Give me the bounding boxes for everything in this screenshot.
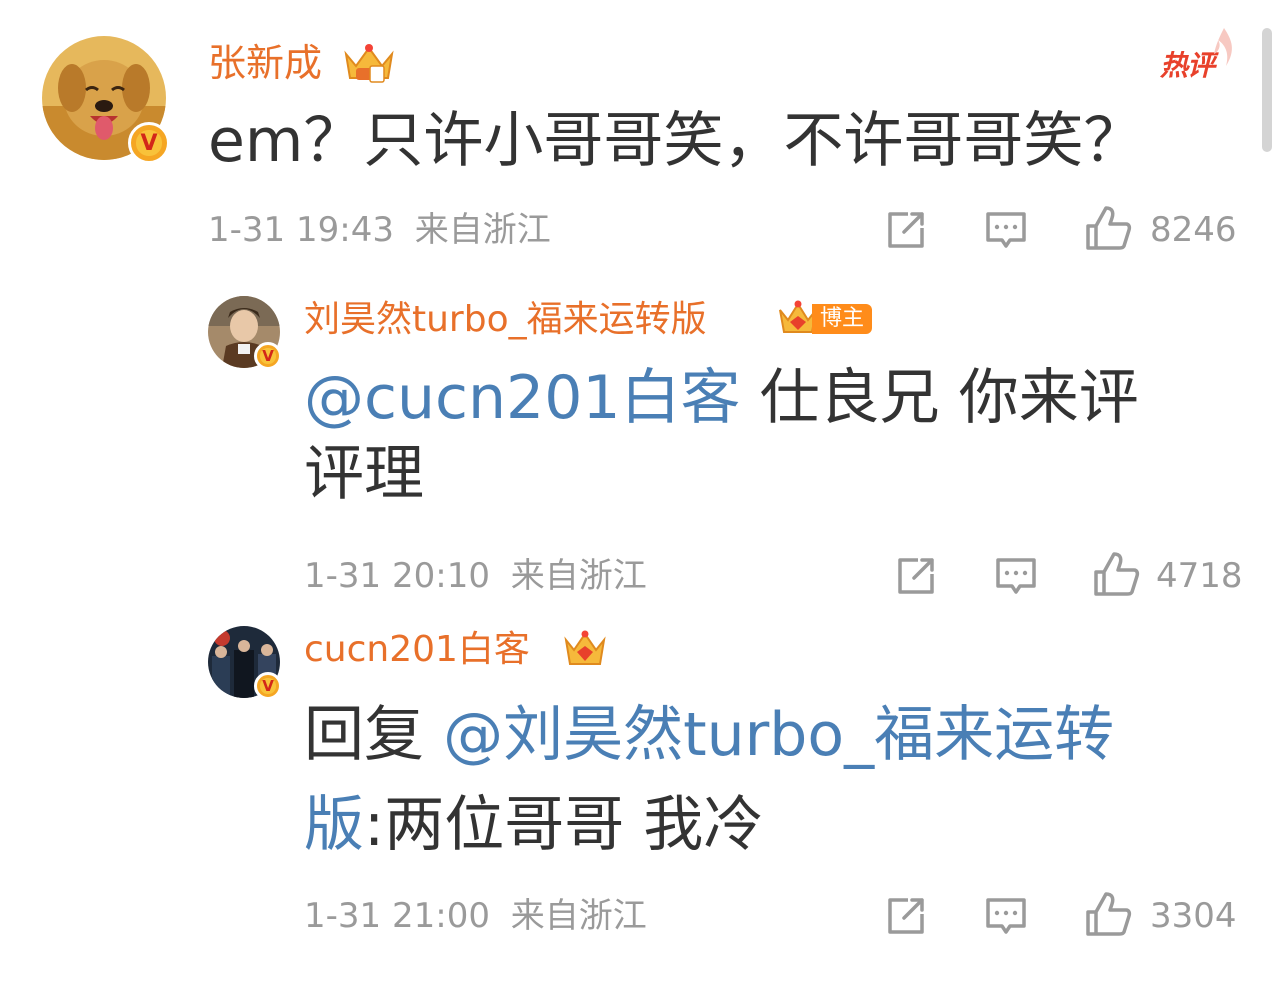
comment-text-part: :两位哥哥 我冷 (364, 790, 764, 860)
mention-link-continued[interactable]: 版 (304, 790, 364, 860)
comment-line-1: @cucn201白客 仕良兄 你来评 (304, 360, 1204, 436)
comment-icon[interactable] (984, 208, 1028, 252)
mention-link[interactable]: @cucn201白客 (304, 363, 741, 433)
comment-time: 1-31 21:00 (304, 896, 490, 936)
comment-line-1: 回复 @刘昊然turbo_福来运转 (304, 690, 1204, 780)
like-count: 8246 (1150, 210, 1237, 250)
comment-line-2: 评理 (304, 439, 424, 509)
verified-badge-icon: V (254, 342, 282, 370)
blogger-badge: 博主 (812, 304, 873, 334)
comment-meta: 1-31 20:10 来自浙江 (304, 554, 647, 598)
username[interactable]: cucn201白客 (304, 628, 530, 672)
hot-flame-icon (1214, 28, 1232, 66)
username[interactable]: 张新成 (208, 40, 322, 86)
crown-icon (344, 44, 394, 83)
like-count: 3304 (1150, 896, 1237, 936)
comment-icon[interactable] (984, 894, 1028, 938)
comment-text: em？只许小哥哥笑，不许哥哥笑？ (208, 106, 1144, 176)
like-icon[interactable] (1084, 890, 1132, 938)
comment-line-2: 版:两位哥哥 我冷 (304, 780, 1204, 870)
share-icon[interactable] (884, 208, 928, 252)
share-icon[interactable] (894, 554, 938, 598)
comment-text: @cucn201白客 仕良兄 你来评 评理 (304, 360, 1204, 512)
comment-text: 回复 @刘昊然turbo_福来运转 版:两位哥哥 我冷 (304, 690, 1204, 870)
mention-link[interactable]: @刘昊然turbo_福来运转 (443, 700, 1114, 770)
comment-location: 来自浙江 (510, 556, 647, 596)
scrollbar[interactable] (1262, 28, 1272, 152)
crown-icon (564, 630, 606, 665)
comment-time: 1-31 20:10 (304, 556, 490, 596)
share-icon[interactable] (884, 894, 928, 938)
reply-prefix: 回复 (304, 700, 444, 770)
verified-badge-icon: V (128, 122, 170, 164)
comment-location: 来自浙江 (510, 896, 647, 936)
like-icon[interactable] (1092, 550, 1140, 598)
verified-badge-icon: V (254, 672, 282, 700)
like-count: 4718 (1156, 556, 1243, 596)
comment-icon[interactable] (994, 554, 1038, 598)
comment-time: 1-31 19:43 (208, 210, 394, 250)
comment-text-part: 仕良兄 你来评 (740, 363, 1139, 433)
username[interactable]: 刘昊然turbo_福来运转版 (304, 298, 707, 342)
like-icon[interactable] (1084, 204, 1132, 252)
comment-meta: 1-31 21:00 来自浙江 (304, 894, 647, 938)
comment-location: 来自浙江 (414, 210, 551, 250)
comment-meta: 1-31 19:43 来自浙江 (208, 208, 551, 252)
